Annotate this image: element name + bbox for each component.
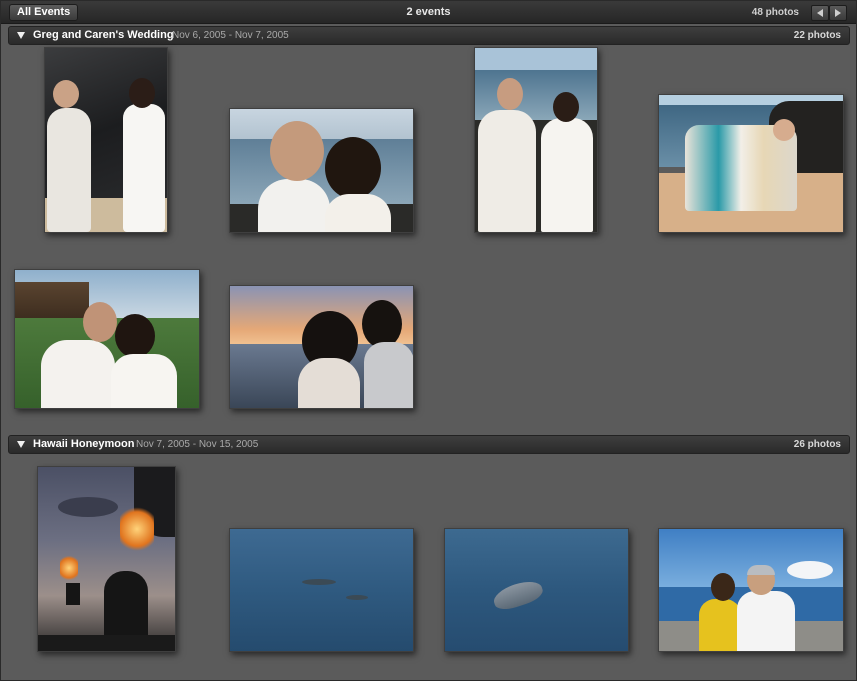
event-title: Greg and Caren's Wedding bbox=[33, 29, 174, 41]
event-photo-count: 26 photos bbox=[793, 439, 841, 450]
events-count-title: 2 events bbox=[406, 6, 451, 18]
event-photo-count: 22 photos bbox=[793, 30, 841, 41]
photo-thumbnail[interactable] bbox=[229, 108, 414, 233]
event-title: Hawaii Honeymoon bbox=[33, 438, 135, 450]
photo-thumbnail[interactable] bbox=[444, 528, 629, 652]
photo-thumbnail[interactable] bbox=[658, 94, 844, 233]
photo-total-count: 48 photos bbox=[751, 7, 799, 18]
arrow-right-icon bbox=[835, 9, 841, 17]
event-dates: Nov 7, 2005 - Nov 15, 2005 bbox=[136, 439, 259, 450]
top-toolbar: All Events 2 events 48 photos bbox=[1, 1, 856, 24]
photo-thumbnail[interactable] bbox=[14, 269, 200, 409]
photo-thumbnail[interactable] bbox=[474, 47, 598, 233]
previous-button[interactable] bbox=[811, 5, 829, 21]
event-dates: Nov 6, 2005 - Nov 7, 2005 bbox=[172, 30, 289, 41]
next-button[interactable] bbox=[829, 5, 847, 21]
event-header-wedding[interactable]: Greg and Caren's Wedding Nov 6, 2005 - N… bbox=[8, 26, 850, 45]
photo-thumbnail[interactable] bbox=[658, 528, 844, 652]
disclosure-triangle-icon[interactable] bbox=[17, 32, 25, 39]
photo-thumbnail[interactable] bbox=[37, 466, 176, 652]
arrow-left-icon bbox=[817, 9, 823, 17]
photo-thumbnail[interactable] bbox=[44, 47, 168, 233]
disclosure-triangle-icon[interactable] bbox=[17, 441, 25, 448]
photo-thumbnail[interactable] bbox=[229, 285, 414, 409]
photo-thumbnail[interactable] bbox=[229, 528, 414, 652]
event-header-honeymoon[interactable]: Hawaii Honeymoon Nov 7, 2005 - Nov 15, 2… bbox=[8, 435, 850, 454]
